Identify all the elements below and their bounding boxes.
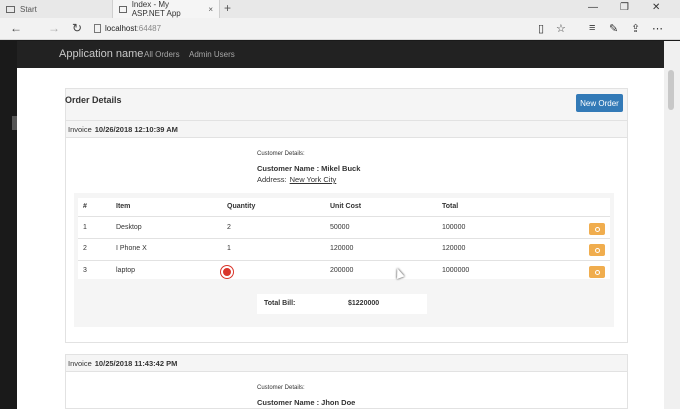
invoice-header: Invoice 10/25/2018 11:43:42 PM xyxy=(65,354,628,372)
page-title: Order Details xyxy=(65,95,122,105)
invoice-date: 10/26/2018 12:10:39 AM xyxy=(94,124,178,134)
tab-start[interactable]: Start xyxy=(0,0,112,18)
page-content: Order Details New Order Invoice 10/26/201… xyxy=(17,68,664,409)
customer-details-label: Customer Details: xyxy=(257,151,305,157)
close-window-icon[interactable]: ✕ xyxy=(652,2,660,13)
close-tab-icon[interactable]: × xyxy=(208,5,213,14)
favorite-star-icon[interactable]: ☆ xyxy=(556,22,566,35)
app-navbar: Application name All Orders Admin Users xyxy=(17,41,664,68)
browser-tab-bar: Start Index - My ASP.NET App × + — ❐ ✕ xyxy=(0,0,680,18)
cell-qty: 2 xyxy=(227,224,231,231)
nav-admin-users[interactable]: Admin Users xyxy=(189,50,235,59)
notes-icon[interactable]: ✎ xyxy=(609,22,618,35)
click-target-icon xyxy=(221,266,233,278)
new-tab-button[interactable]: + xyxy=(224,1,231,15)
page-icon xyxy=(6,5,15,13)
row-divider xyxy=(78,238,610,239)
share-icon[interactable]: ⇪ xyxy=(631,22,640,35)
cell-item: I Phone X xyxy=(116,245,147,252)
delete-button[interactable] xyxy=(589,244,605,256)
total-bill-label: Total Bill: xyxy=(264,300,296,307)
cell-qty: 1 xyxy=(227,245,231,252)
delete-button[interactable] xyxy=(589,223,605,235)
hub-icon[interactable]: ≡ xyxy=(589,22,595,34)
forward-icon[interactable]: → xyxy=(48,21,60,35)
column-header: Quantity xyxy=(227,203,256,210)
page-icon xyxy=(119,5,127,13)
delete-icon xyxy=(594,247,600,253)
cell-unit-cost: 50000 xyxy=(330,224,350,231)
nav-all-orders[interactable]: All Orders xyxy=(144,50,180,59)
invoice-header: Invoice 10/26/2018 12:10:39 AM xyxy=(65,120,628,138)
page-info-icon[interactable] xyxy=(94,24,101,33)
customer-address: Address: New York City xyxy=(257,175,337,184)
cell-total: 120000 xyxy=(442,245,466,252)
cell-num: 3 xyxy=(83,267,87,274)
refresh-icon[interactable]: ↻ xyxy=(72,21,82,35)
cell-total: 1000000 xyxy=(442,267,470,274)
cell-unit-cost: 120000 xyxy=(330,245,354,252)
tab-start-label: Start xyxy=(20,4,37,14)
customer-name: Customer Name : Jhon Doe xyxy=(257,398,356,407)
row-divider xyxy=(78,216,610,217)
reading-view-icon[interactable]: ▯ xyxy=(538,22,544,35)
customer-name: Customer Name : Mikel Buck xyxy=(257,164,361,173)
column-header: # xyxy=(83,203,87,210)
total-bill-value: $1220000 xyxy=(348,300,380,307)
delete-button[interactable] xyxy=(589,266,605,278)
tab-index[interactable]: Index - My ASP.NET App × xyxy=(112,0,220,18)
cell-unit-cost: 200000 xyxy=(330,267,354,274)
maximize-icon[interactable]: ❐ xyxy=(620,2,629,13)
cell-total: 100000 xyxy=(442,224,466,231)
address-value: New York City xyxy=(289,175,337,184)
column-header: Unit Cost xyxy=(330,203,362,210)
delete-icon xyxy=(594,226,600,232)
invoice-date: 10/25/2018 11:43:42 PM xyxy=(94,358,178,368)
address-bar: ← → ↻ localhost:64487 ▯ ☆ ≡ ✎ ⇪ ⋯ xyxy=(0,18,680,40)
tab-index-label: Index - My ASP.NET App xyxy=(131,0,181,18)
brand-link[interactable]: Application name xyxy=(59,48,143,60)
delete-icon xyxy=(594,269,600,275)
cell-num: 2 xyxy=(83,245,87,252)
column-header: Total xyxy=(442,203,459,210)
url-field[interactable]: localhost:64487 xyxy=(105,24,161,33)
panel-header xyxy=(65,88,628,120)
customer-details-label: Customer Details: xyxy=(257,385,305,391)
back-icon[interactable]: ← xyxy=(10,21,22,35)
scrollbar-thumb[interactable] xyxy=(668,70,674,110)
cell-item: Desktop xyxy=(116,224,142,231)
minimize-icon[interactable]: — xyxy=(588,2,598,13)
new-order-button[interactable]: New Order xyxy=(576,94,623,112)
more-icon[interactable]: ⋯ xyxy=(652,22,663,35)
cell-num: 1 xyxy=(83,224,87,231)
column-header: Item xyxy=(116,203,131,210)
cell-item: laptop xyxy=(116,267,136,274)
row-divider xyxy=(78,260,610,261)
